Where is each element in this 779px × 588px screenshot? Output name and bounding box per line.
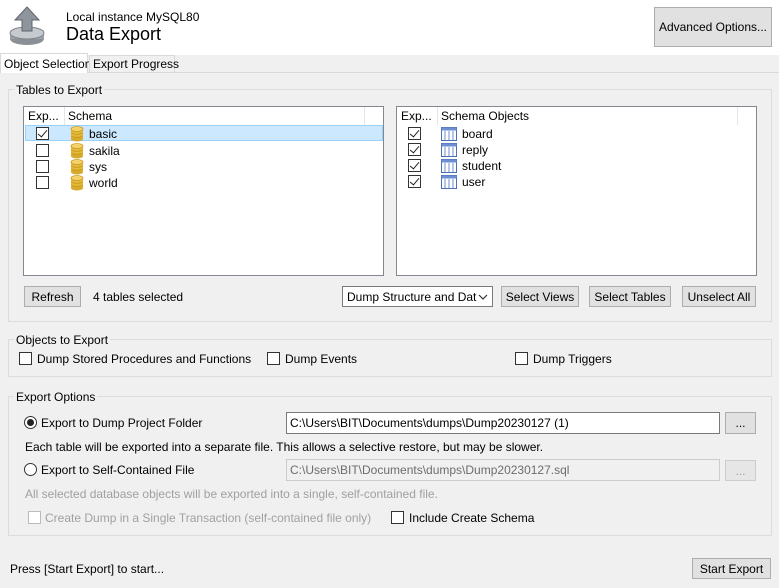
column-header-schema-objects[interactable]: Schema Objects: [441, 107, 641, 125]
dump-routines-label: Dump Stored Procedures and Functions: [37, 352, 252, 366]
schema-export-checkbox[interactable]: [36, 176, 49, 189]
chevron-down-icon: [478, 291, 488, 305]
dump-events-label: Dump Events: [285, 352, 358, 366]
self-contained-note: All selected database objects will be ex…: [25, 487, 438, 501]
export-options-title: Export Options: [14, 390, 98, 404]
status-text: Press [Start Export] to start...: [10, 562, 165, 576]
select-tables-button[interactable]: Select Tables: [589, 286, 671, 307]
table-icon: [441, 175, 457, 192]
schema-row-sys[interactable]: sys: [25, 158, 383, 175]
schema-name: basic: [89, 127, 118, 141]
unselect-all-button[interactable]: Unselect All: [682, 286, 756, 307]
objects-to-export-title: Objects to Export: [14, 333, 111, 347]
schema-export-checkbox[interactable]: [36, 160, 49, 173]
instance-subtitle: Local instance MySQL80: [66, 10, 200, 24]
single-transaction-label: Create Dump in a Single Transaction (sel…: [45, 511, 372, 525]
column-header-schema[interactable]: Schema: [68, 107, 268, 125]
project-folder-note: Each table will be exported into a separ…: [25, 440, 544, 454]
dump-triggers-label: Dump Triggers: [533, 352, 612, 366]
object-row-student[interactable]: student: [398, 158, 756, 174]
export-self-contained-label: Export to Self-Contained File: [41, 463, 195, 477]
schema-name: sakila: [89, 144, 120, 158]
object-name: user: [462, 175, 486, 189]
browse-self-contained-button[interactable]: ...: [725, 460, 756, 481]
schema-objects-list-header: Exp... Schema Objects: [397, 107, 756, 125]
schema-row-world[interactable]: world: [25, 174, 383, 191]
column-header-export[interactable]: Exp...: [28, 107, 64, 125]
include-create-schema-checkbox[interactable]: [391, 511, 404, 524]
dump-mode-select[interactable]: Dump Structure and Dat: [342, 286, 493, 307]
schema-list[interactable]: Exp... Schema basic sakila sys world: [23, 106, 384, 276]
schema-row-basic[interactable]: basic: [25, 125, 383, 142]
self-contained-path-field[interactable]: C:\Users\BIT\Documents\dumps\Dump2023012…: [286, 459, 720, 481]
schema-objects-list[interactable]: Exp... Schema Objects board reply studen…: [396, 106, 757, 276]
database-icon: [70, 175, 84, 194]
tables-to-export-title: Tables to Export: [14, 83, 105, 97]
schema-row-sakila[interactable]: sakila: [25, 142, 383, 159]
tables-selected-count: 4 tables selected: [93, 290, 184, 304]
tab-object-selection[interactable]: Object Selection: [0, 53, 91, 73]
start-export-button[interactable]: Start Export: [692, 558, 771, 579]
object-export-checkbox[interactable]: [408, 175, 421, 188]
object-name: board: [462, 127, 493, 141]
schema-name: world: [89, 176, 118, 190]
project-folder-path-field[interactable]: C:\Users\BIT\Documents\dumps\Dump2023012…: [286, 412, 720, 434]
page-title: Data Export: [66, 24, 162, 44]
dump-triggers-checkbox[interactable]: [515, 352, 528, 365]
single-transaction-checkbox[interactable]: [28, 511, 41, 524]
object-row-board[interactable]: board: [398, 126, 756, 142]
object-name: reply: [462, 143, 489, 157]
object-export-checkbox[interactable]: [408, 143, 421, 156]
export-project-folder-radio[interactable]: [24, 416, 37, 429]
tab-export-progress[interactable]: Export Progress: [89, 55, 179, 72]
object-export-checkbox[interactable]: [408, 159, 421, 172]
schema-export-checkbox[interactable]: [36, 144, 49, 157]
advanced-options-button[interactable]: Advanced Options...: [654, 7, 772, 47]
export-self-contained-radio[interactable]: [24, 463, 37, 476]
dump-mode-value: Dump Structure and Dat: [347, 290, 477, 304]
schema-name: sys: [89, 160, 107, 174]
object-row-reply[interactable]: reply: [398, 142, 756, 158]
export-upload-icon: [6, 4, 48, 48]
object-name: student: [462, 159, 502, 173]
dump-routines-checkbox[interactable]: [19, 352, 32, 365]
browse-project-folder-button[interactable]: ...: [725, 412, 756, 434]
column-header-export[interactable]: Exp...: [401, 107, 437, 125]
dump-events-checkbox[interactable]: [267, 352, 280, 365]
schema-list-header: Exp... Schema: [24, 107, 383, 125]
export-project-folder-label: Export to Dump Project Folder: [41, 416, 203, 430]
include-create-schema-label: Include Create Schema: [409, 511, 535, 525]
schema-export-checkbox[interactable]: [36, 127, 49, 140]
select-views-button[interactable]: Select Views: [501, 286, 579, 307]
refresh-button[interactable]: Refresh: [24, 286, 81, 307]
object-row-user[interactable]: user: [398, 174, 756, 190]
object-export-checkbox[interactable]: [408, 127, 421, 140]
